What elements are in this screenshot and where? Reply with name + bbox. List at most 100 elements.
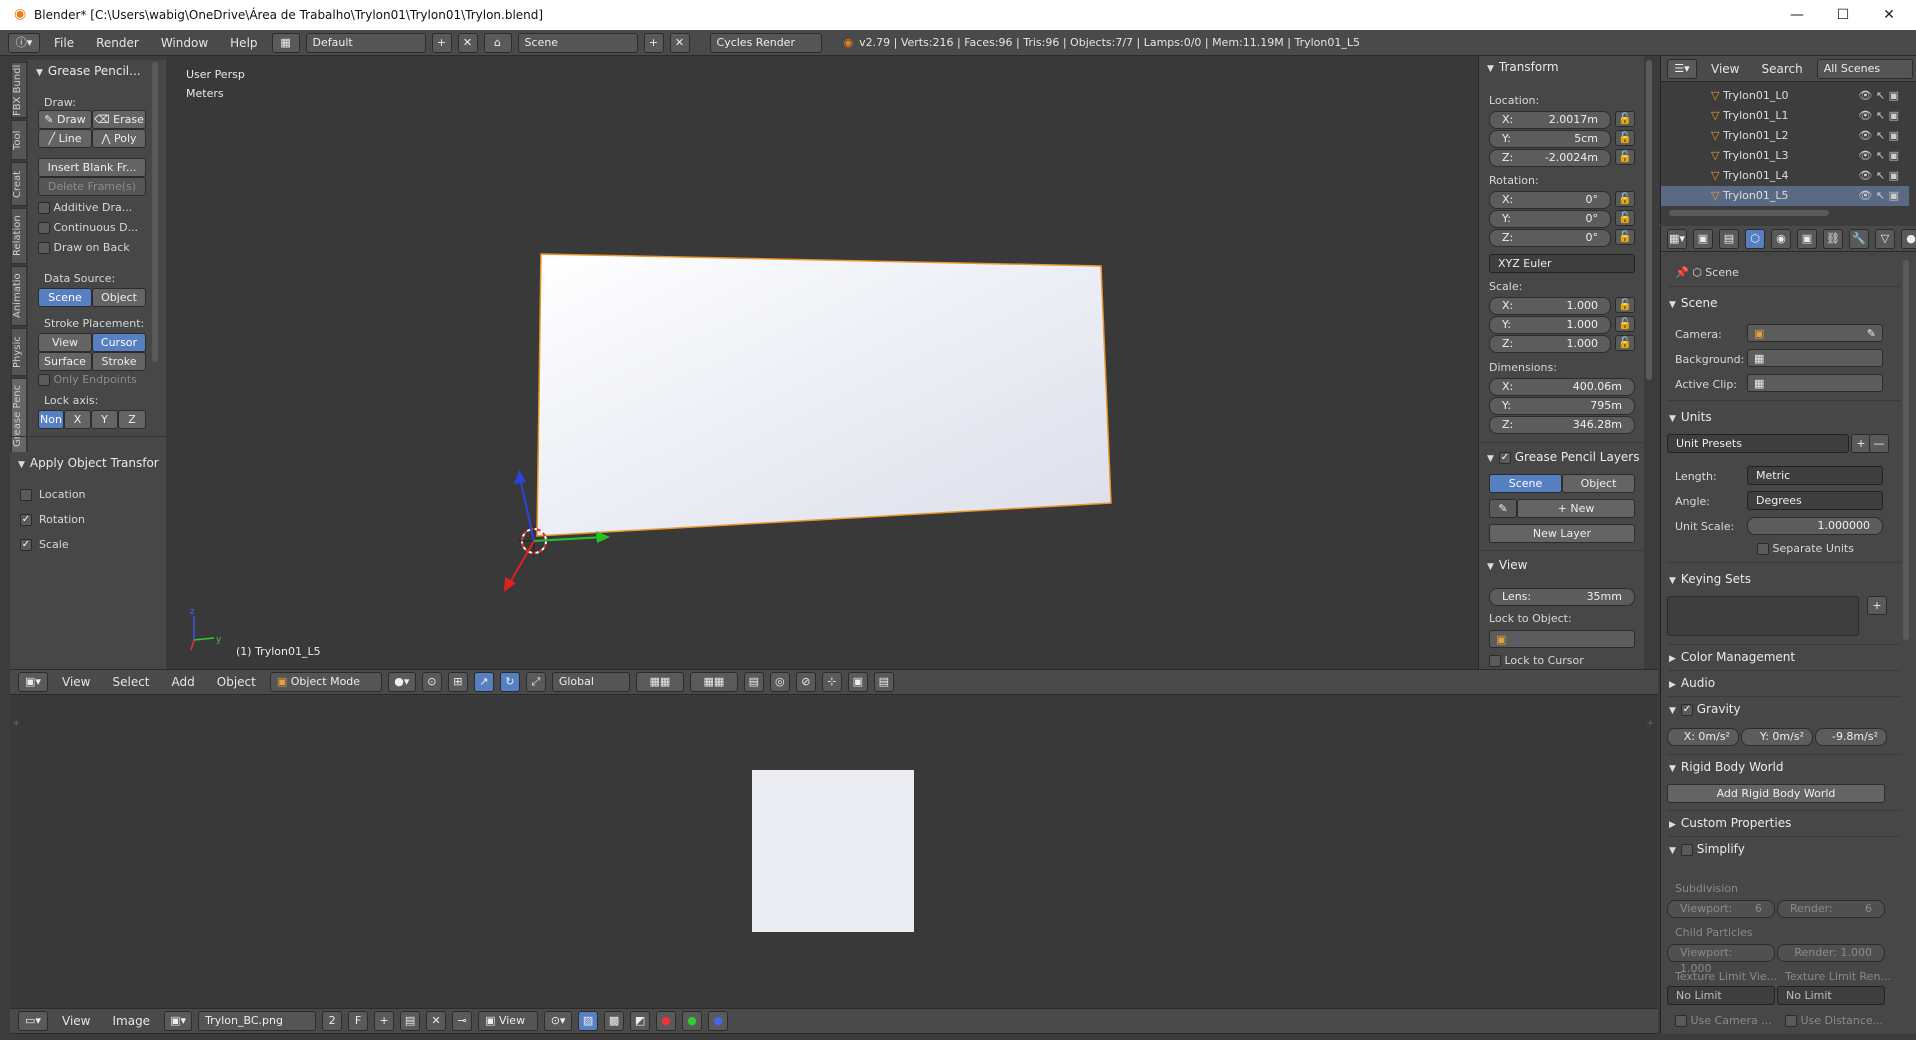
gp-new-layer-button[interactable]: New Layer — [1489, 524, 1635, 543]
rotation-y-field[interactable]: Y: 0° — [1489, 210, 1611, 228]
color-management-header[interactable]: ▶ Color Management — [1661, 646, 1795, 668]
dimensions-y-field[interactable]: Y: 795m — [1489, 397, 1635, 415]
properties-scrollbar[interactable] — [1903, 260, 1909, 640]
custom-properties-header[interactable]: ▶ Custom Properties — [1661, 812, 1791, 834]
lock-icon[interactable]: 🔓 — [1615, 297, 1635, 313]
list-item[interactable]: ▽ Trylon01_L1 👁 ↖ ▣ — [1661, 106, 1909, 126]
lens-field[interactable]: Lens: 35mm — [1489, 588, 1635, 606]
scale-manipulator-icon[interactable]: ⤢ — [525, 672, 546, 692]
list-item[interactable]: ▽ Trylon01_L2 👁 ↖ ▣ — [1661, 126, 1909, 146]
editor-type-3d-icon[interactable]: ▣▾ — [18, 672, 48, 692]
layout-icon[interactable]: ▦ — [271, 32, 300, 53]
3d-viewport[interactable]: User Persp Meters z y (1) Trylon01_L5 — [166, 56, 1478, 670]
green-channel-icon[interactable]: ● — [682, 1011, 703, 1031]
menu-view[interactable]: View — [1703, 62, 1747, 76]
layout-remove-icon[interactable]: ✕ — [457, 32, 478, 53]
data-tab-icon[interactable]: ▽ — [1875, 228, 1895, 249]
location-y-field[interactable]: Y: 5cm — [1489, 130, 1611, 148]
trylon-plane-mesh[interactable] — [536, 253, 1112, 537]
tab-fbx-bundle[interactable]: FBX Bundl — [11, 62, 27, 118]
list-item-selected[interactable]: ▽ Trylon01_L5 👁 ↖ ▣ — [1661, 186, 1909, 206]
maximize-button[interactable]: ☐ — [1820, 0, 1866, 30]
scene-icon[interactable]: ⌂ — [483, 32, 512, 53]
pencil-icon[interactable]: ✎ — [1489, 499, 1517, 518]
menu-add[interactable]: Add — [164, 675, 203, 689]
lock-axis-z[interactable]: Z — [118, 410, 146, 429]
remove-preset-icon[interactable]: — — [1869, 434, 1889, 453]
gp-layers-scene[interactable]: Scene — [1489, 474, 1562, 493]
shading-icon[interactable]: ●▾ — [387, 672, 416, 692]
poly-button[interactable]: ⋀ Poly — [92, 129, 146, 148]
camera-field[interactable]: ▣ ✎ — [1747, 324, 1883, 342]
image-name-field[interactable]: Trylon_BC.png — [198, 1011, 317, 1031]
angle-select[interactable]: Degrees — [1747, 491, 1883, 510]
unit-scale-field[interactable]: 1.000000 — [1747, 517, 1883, 535]
tool-shelf-scrollbar[interactable] — [152, 62, 158, 362]
proportional-edit-icon[interactable]: ◎ — [769, 672, 790, 692]
scene-canvas[interactable]: z y — [166, 56, 1478, 670]
open-image-icon[interactable]: ▤ — [400, 1011, 421, 1031]
delete-frames-button[interactable]: Delete Frame(s) — [38, 177, 146, 196]
scene-panel-header[interactable]: ▼ Scene — [1661, 292, 1718, 314]
blue-channel-icon[interactable]: ● — [708, 1011, 729, 1031]
render-layers-tab-icon[interactable]: ▤ — [1719, 228, 1739, 249]
texture-limit-render-select[interactable]: No Limit — [1777, 986, 1885, 1005]
display-mode-select[interactable]: All Scenes — [1816, 58, 1913, 79]
use-distance-check[interactable]: Use Distance... — [1785, 1014, 1883, 1027]
use-camera-check[interactable]: Use Camera ... — [1675, 1014, 1772, 1027]
rotation-mode-select[interactable]: XYZ Euler — [1489, 254, 1635, 273]
manipulator-icon[interactable]: ⊞ — [447, 672, 468, 692]
audio-header[interactable]: ▶ Audio — [1661, 672, 1715, 694]
add-preset-icon[interactable]: + — [1851, 434, 1871, 453]
render-engine-select[interactable]: Cycles Render — [709, 32, 822, 53]
lock-axis-none[interactable]: Non — [38, 410, 64, 429]
render-animation-icon[interactable]: ▤ — [873, 672, 894, 692]
data-source-scene[interactable]: Scene — [38, 288, 92, 307]
scene-tab-icon[interactable]: ⬡ — [1745, 228, 1765, 249]
apply-transform-header[interactable]: ▼ Apply Object Transfor — [10, 452, 166, 474]
lock-icon[interactable]: 🔓 — [1615, 111, 1635, 127]
keying-sets-list[interactable] — [1667, 596, 1859, 636]
lock-axis-y[interactable]: Y — [91, 410, 118, 429]
dimensions-x-field[interactable]: X: 400.06m — [1489, 378, 1635, 396]
list-item[interactable]: ▽ Trylon01_L4 👁 ↖ ▣ — [1661, 166, 1909, 186]
insert-blank-frame-button[interactable]: Insert Blank Fr... — [38, 158, 146, 177]
lock-icon[interactable]: 🔓 — [1615, 316, 1635, 332]
editor-type-info-icon[interactable]: ⓘ▾ — [8, 32, 40, 53]
simplify-render-field[interactable]: Render: 6 — [1777, 900, 1885, 918]
tab-grease-pencil[interactable]: Grease Penc — [11, 378, 27, 454]
rigid-body-world-header[interactable]: ▼ Rigid Body World — [1661, 756, 1783, 778]
lock-icon[interactable]: 🔓 — [1615, 149, 1635, 165]
lock-icon[interactable]: 🔓 — [1615, 210, 1635, 226]
menu-help[interactable]: Help — [222, 36, 265, 50]
new-image-icon[interactable]: + — [374, 1011, 395, 1031]
rotate-manipulator-icon[interactable]: ↻ — [499, 672, 520, 692]
gravity-y-field[interactable]: Y: 0m/s² — [1741, 728, 1813, 746]
material-tab-icon[interactable]: ● — [1901, 228, 1916, 249]
scale-x-field[interactable]: X: 1.000 — [1489, 297, 1611, 315]
location-z-field[interactable]: Z: -2.0024m — [1489, 149, 1611, 167]
line-button[interactable]: ╱ Line — [38, 129, 92, 148]
red-channel-icon[interactable]: ● — [656, 1011, 677, 1031]
lock-icon[interactable]: 🔓 — [1615, 229, 1635, 245]
gp-layers-header[interactable]: ▼ ✓ Grease Pencil Layers — [1479, 446, 1640, 468]
editor-type-image-icon[interactable]: ▭▾ — [18, 1011, 48, 1031]
minimize-button[interactable]: — — [1774, 0, 1820, 30]
erase-button[interactable]: ⌫ Erase — [92, 110, 146, 129]
lock-to-object-field[interactable]: ▣ — [1489, 630, 1635, 648]
draw-on-back-check[interactable]: Draw on Back — [38, 241, 130, 254]
menu-view[interactable]: View — [54, 1014, 98, 1028]
rotation-z-field[interactable]: Z: 0° — [1489, 229, 1611, 247]
placement-view[interactable]: View — [38, 333, 92, 352]
list-item[interactable]: ▽ Trylon01_L3 👁 ↖ ▣ — [1661, 146, 1909, 166]
location-x-field[interactable]: X: 2.0017m — [1489, 111, 1611, 129]
view-mode-select[interactable]: ▣ View — [478, 1011, 539, 1031]
child-particles-viewport-field[interactable]: Viewport: 1.000 — [1667, 944, 1775, 975]
scale-y-field[interactable]: Y: 1.000 — [1489, 316, 1611, 334]
apply-location-check[interactable]: Location — [20, 488, 86, 501]
lock-icon[interactable]: 🔓 — [1615, 130, 1635, 146]
list-item[interactable]: ▽ Trylon01_L0 👁 ↖ ▣ — [1661, 86, 1909, 106]
modifiers-tab-icon[interactable]: 🔧 — [1849, 228, 1869, 249]
dimensions-z-field[interactable]: Z: 346.28m — [1489, 416, 1635, 434]
menu-view[interactable]: View — [54, 675, 98, 689]
